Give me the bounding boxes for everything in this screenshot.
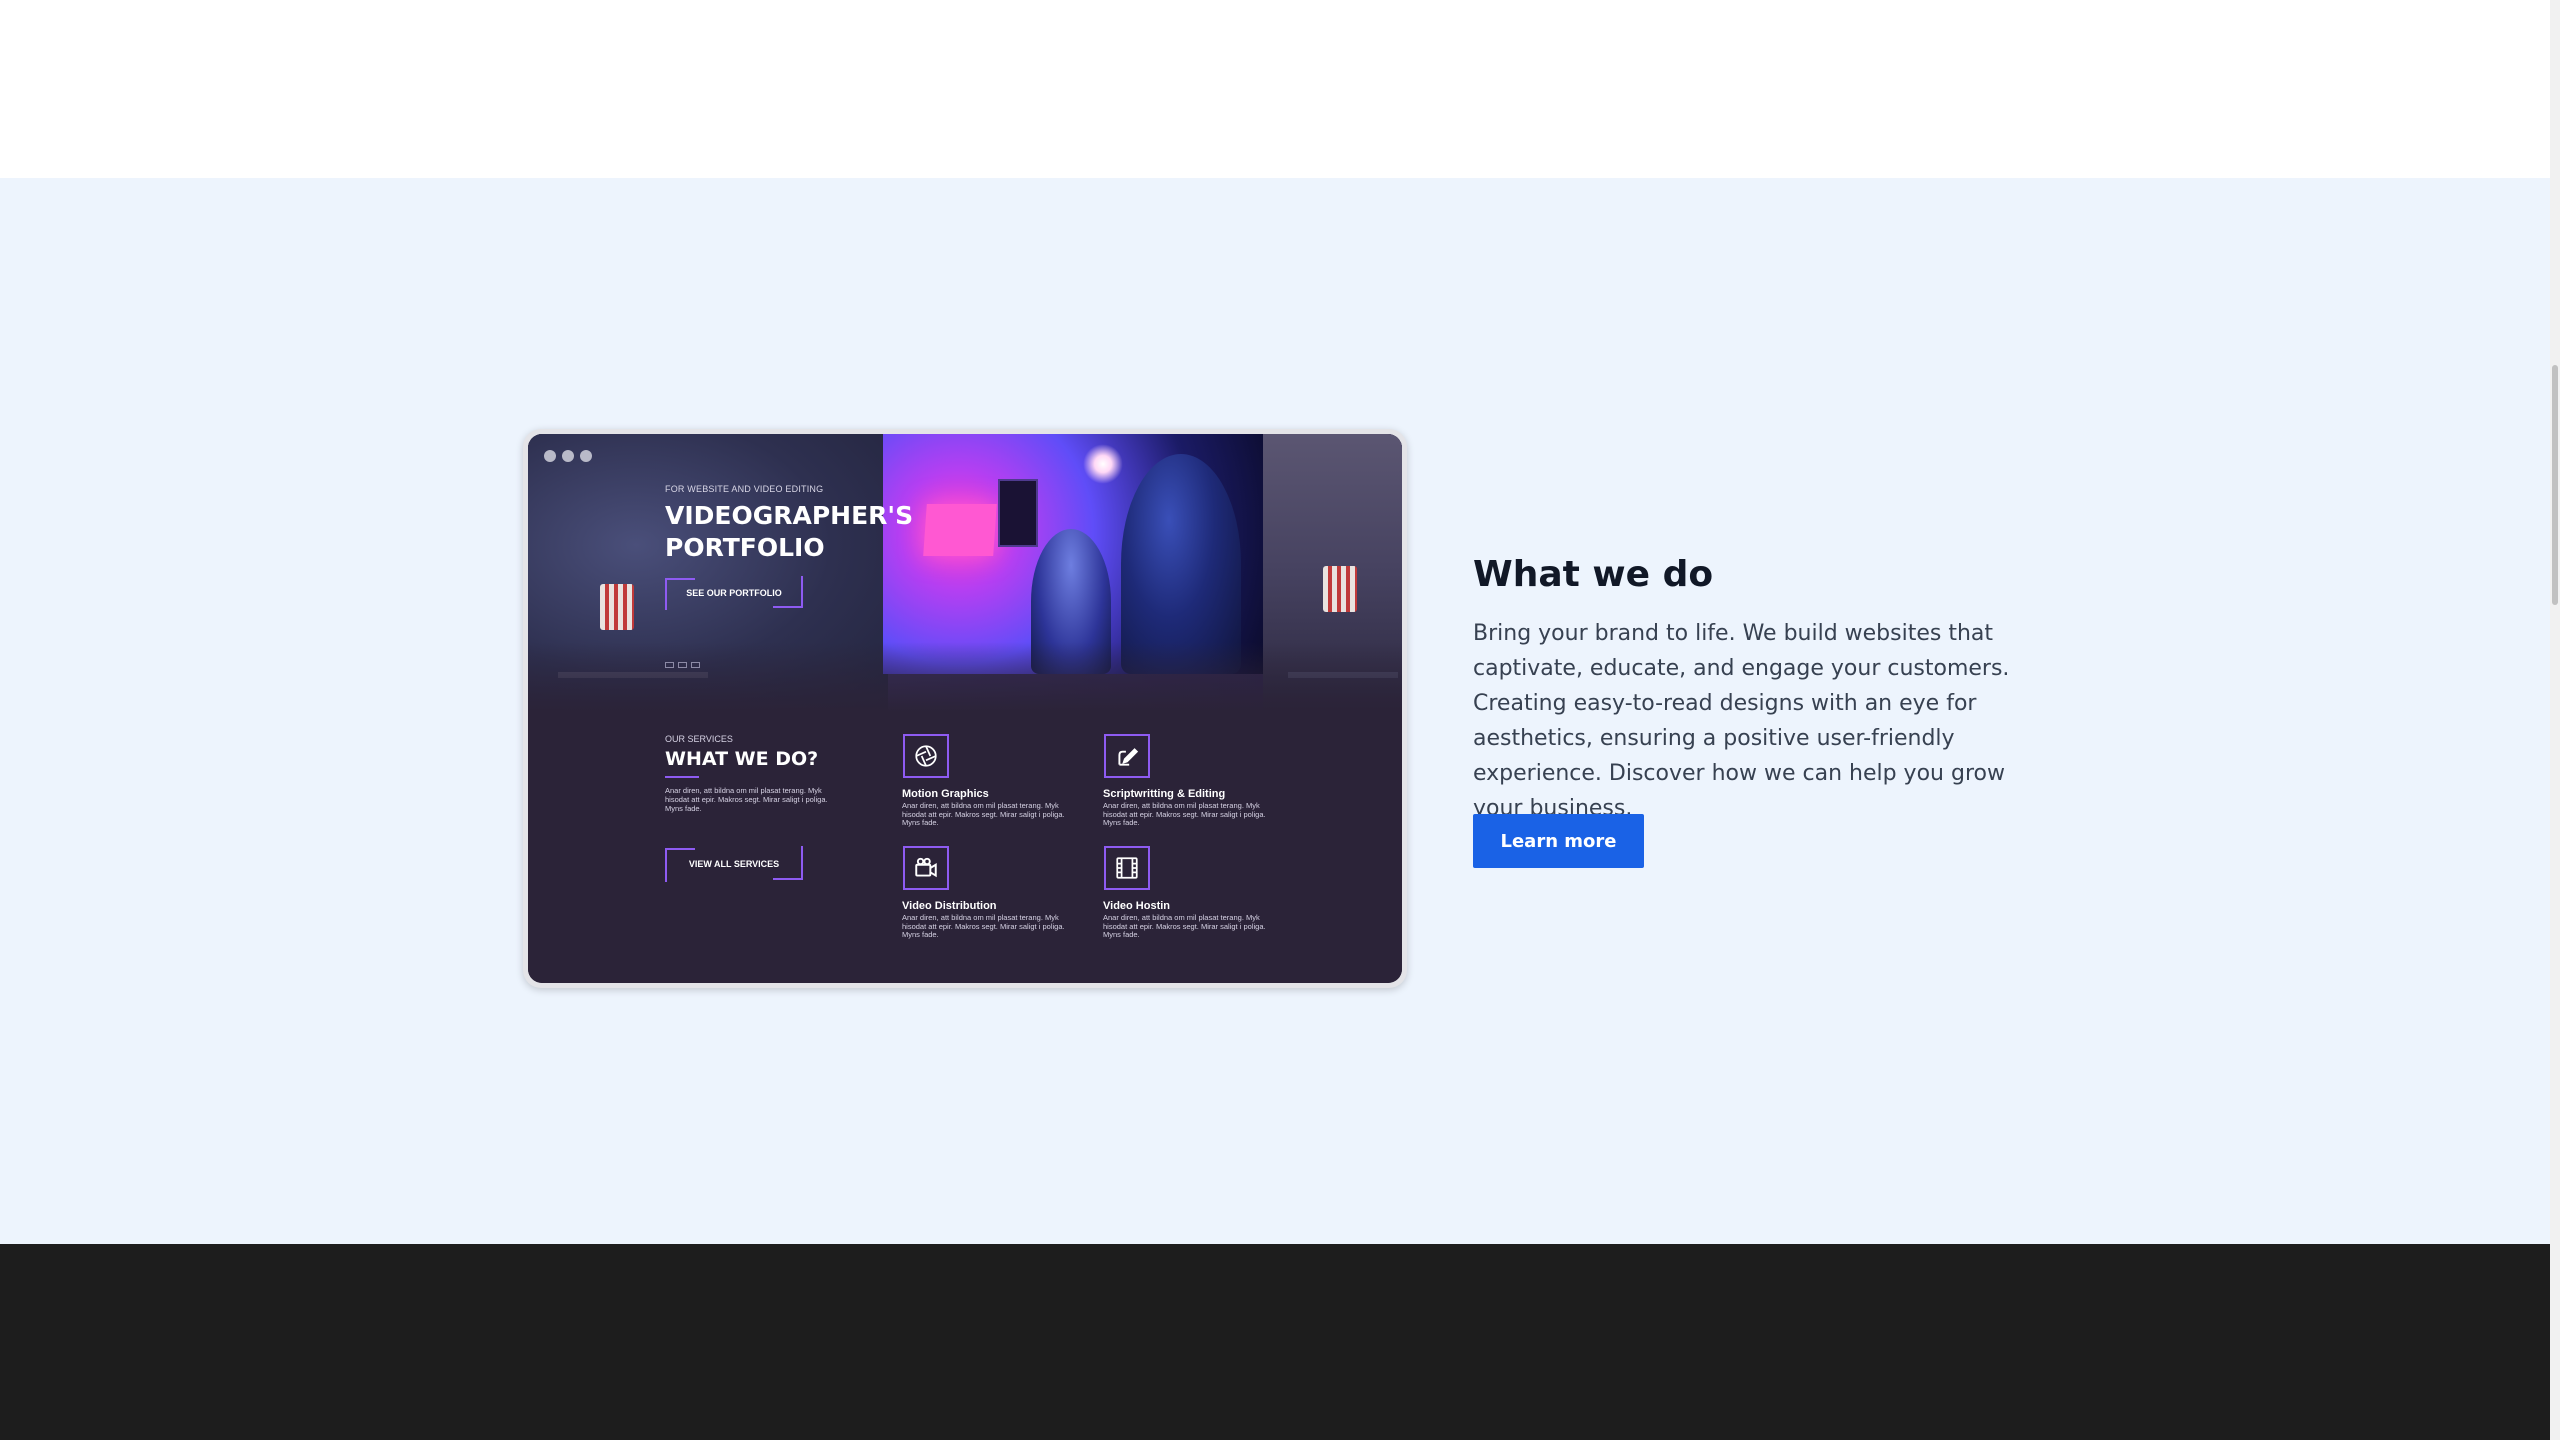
hero-kicker: FOR WEBSITE AND VIDEO EDITING — [665, 484, 824, 494]
see-portfolio-button: SEE OUR PORTFOLIO — [665, 576, 803, 610]
mockup-screen: FOR WEBSITE AND VIDEO EDITING VIDEOGRAPH… — [528, 434, 1402, 983]
services-title: WHAT WE DO? — [665, 748, 819, 770]
popcorn-left — [600, 584, 634, 630]
aperture-icon — [903, 734, 949, 778]
slider-dot-icon — [665, 662, 674, 668]
section-title: What we do — [1473, 554, 1714, 595]
service-card: Scriptwritting & Editing Anar diren, att… — [1103, 734, 1303, 828]
service-name: Video Hostin — [1103, 900, 1171, 912]
service-text: Anar diren, att bildna om mil plasat ter… — [1103, 913, 1266, 939]
see-portfolio-label: SEE OUR PORTFOLIO — [686, 588, 782, 598]
services-description: Anar diren, att bildna om mil plasat ter… — [665, 786, 828, 813]
window-dot-icon — [580, 450, 592, 462]
edit-icon — [1104, 734, 1150, 778]
popcorn-right — [1323, 566, 1357, 612]
footer-band — [0, 1244, 2550, 1440]
mockup-services: OUR SERVICES WHAT WE DO? Anar diren, att… — [528, 712, 1402, 983]
hero-fade — [528, 642, 1402, 712]
video-camera-icon — [903, 846, 949, 890]
view-all-services-button: VIEW ALL SERVICES — [665, 846, 803, 882]
service-card: Video Distribution Anar diren, att bildn… — [902, 846, 1102, 940]
film-icon — [1104, 846, 1150, 890]
section-body: Bring your brand to life. We build websi… — [1473, 621, 2010, 821]
window-controls — [544, 450, 592, 462]
service-name: Scriptwritting & Editing — [1103, 788, 1226, 800]
scrollbar-thumb[interactable] — [2552, 365, 2558, 605]
mockup-hero: FOR WEBSITE AND VIDEO EDITING VIDEOGRAPH… — [528, 434, 1402, 712]
slider-dot-icon — [691, 662, 700, 668]
service-text: Anar diren, att bildna om mil plasat ter… — [902, 913, 1065, 939]
hero-title: VIDEOGRAPHER'S PORTFOLIO — [665, 501, 914, 562]
service-text: Anar diren, att bildna om mil plasat ter… — [902, 801, 1065, 827]
slider-dot-icon — [678, 662, 687, 668]
service-text: Anar diren, att bildna om mil plasat ter… — [1103, 801, 1266, 827]
service-name: Video Distribution — [902, 900, 997, 912]
scrollbar[interactable] — [2550, 0, 2560, 1440]
hero-slider-dots — [665, 662, 700, 668]
window-dot-icon — [562, 450, 574, 462]
services-underline — [665, 776, 699, 778]
service-name: Motion Graphics — [902, 788, 989, 800]
learn-more-button[interactable]: Learn more — [1473, 814, 1644, 868]
view-all-services-label: VIEW ALL SERVICES — [688, 859, 780, 869]
person-primary — [1121, 454, 1241, 674]
service-card: Video Hostin Anar diren, att bildna om m… — [1103, 846, 1303, 940]
lamp-glow — [1083, 444, 1123, 484]
top-blank-area — [0, 0, 2550, 178]
service-card: Motion Graphics Anar diren, att bildna o… — [902, 734, 1102, 828]
monitor-dark — [998, 479, 1038, 547]
website-mockup: FOR WEBSITE AND VIDEO EDITING VIDEOGRAPH… — [523, 429, 1407, 988]
services-kicker: OUR SERVICES — [665, 734, 733, 744]
window-dot-icon — [544, 450, 556, 462]
